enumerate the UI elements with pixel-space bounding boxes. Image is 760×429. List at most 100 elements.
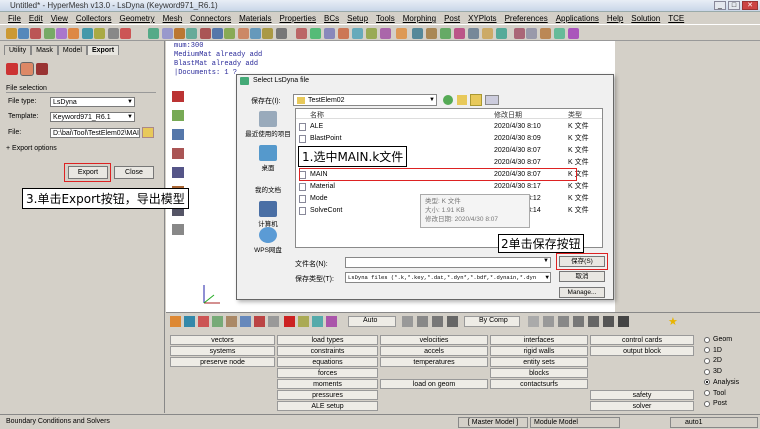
view-icon[interactable]	[172, 129, 184, 140]
template-select[interactable]: Keyword971_R6.1	[50, 112, 135, 122]
place-wps-cloud[interactable]: WPS网盘	[243, 227, 293, 254]
menu-item[interactable]: BCs	[320, 12, 343, 24]
toolbar-tool-icon[interactable]	[94, 28, 105, 39]
color-mode-select[interactable]: By Comp	[464, 316, 520, 327]
toolbar-tool-icon[interactable]	[380, 28, 391, 39]
tool-icon[interactable]	[240, 316, 251, 327]
view-icon[interactable]	[172, 110, 184, 121]
toolbar-tool-icon[interactable]	[540, 28, 551, 39]
file-type-select[interactable]: LsDyna	[50, 97, 135, 107]
place-computer[interactable]: 计算机	[243, 201, 293, 228]
tab-export[interactable]: Export	[86, 45, 120, 55]
cancel-button[interactable]: 取消	[559, 271, 605, 282]
up-folder-icon[interactable]	[457, 95, 467, 105]
toolbar-tool-icon[interactable]	[56, 28, 67, 39]
toolbar-tool-icon[interactable]	[148, 28, 159, 39]
menu-item[interactable]: Post	[440, 12, 464, 24]
toolbar-tool-icon[interactable]	[224, 28, 235, 39]
toolbar-tool-icon[interactable]	[440, 28, 451, 39]
panel-button-solver[interactable]: solver	[590, 401, 694, 411]
panel-button-contactsurfs[interactable]: contactsurfs	[490, 379, 588, 389]
panel-button-temperatures[interactable]: temperatures	[380, 357, 488, 367]
filename-input[interactable]	[345, 257, 551, 268]
radio-geom[interactable]: Geom	[704, 336, 732, 343]
toolbar-tool-icon[interactable]	[426, 28, 437, 39]
toolbar-tool-icon[interactable]	[6, 28, 17, 39]
tool-icon[interactable]	[226, 316, 237, 327]
panel-button-interfaces[interactable]: interfaces	[490, 335, 588, 345]
toolbar-tool-icon[interactable]	[454, 28, 465, 39]
tool-icon[interactable]	[447, 316, 458, 327]
tool-icon[interactable]	[432, 316, 443, 327]
radio-tool[interactable]: Tool	[704, 390, 726, 397]
panel-button-rigid-walls[interactable]: rigid walls	[490, 346, 588, 356]
toolbar-tool-icon[interactable]	[482, 28, 493, 39]
export-selected-icon[interactable]	[20, 62, 34, 76]
tab-mask[interactable]: Mask	[31, 45, 58, 55]
toolbar-tool-icon[interactable]	[526, 28, 537, 39]
tool-icon[interactable]	[573, 316, 584, 327]
star-icon[interactable]: ★	[668, 315, 678, 328]
new-folder-icon[interactable]	[470, 94, 482, 106]
menu-item[interactable]: Help	[603, 12, 627, 24]
panel-button-control-cards[interactable]: control cards	[590, 335, 694, 345]
radio-2d[interactable]: 2D	[704, 357, 722, 364]
toolbar-tool-icon[interactable]	[262, 28, 273, 39]
maximize-button[interactable]: □	[728, 1, 740, 10]
toolbar-tool-icon[interactable]	[496, 28, 507, 39]
folder-browse-icon[interactable]	[142, 127, 154, 138]
toolbar-tool-icon[interactable]	[310, 28, 321, 39]
delete-icon[interactable]	[284, 316, 295, 327]
tool-icon[interactable]	[558, 316, 569, 327]
toolbar-tool-icon[interactable]	[554, 28, 565, 39]
menu-item[interactable]: XYPlots	[464, 12, 500, 24]
tool-icon[interactable]	[212, 316, 223, 327]
view-icon[interactable]	[172, 224, 184, 235]
file-path-input[interactable]: D:\bai\Tool\TestElem02\MAIN.k	[50, 128, 140, 138]
view-menu-icon[interactable]	[485, 95, 499, 105]
toolbar-tool-icon[interactable]	[468, 28, 479, 39]
menu-item[interactable]: Connectors	[186, 12, 235, 24]
panel-button-constraints[interactable]: constraints	[277, 346, 378, 356]
auto-collector-indicator[interactable]: auto1	[670, 417, 758, 428]
panel-button-ale-setup[interactable]: ALE setup	[277, 401, 378, 411]
toolbar-tool-icon[interactable]	[568, 28, 579, 39]
toolbar-tool-icon[interactable]	[30, 28, 41, 39]
file-row[interactable]: BlastPoint 2020/4/30 8:09 K 文件	[296, 133, 602, 144]
view-icon[interactable]	[172, 91, 184, 102]
menu-item[interactable]: Solution	[627, 12, 664, 24]
tool-icon[interactable]	[268, 316, 279, 327]
menu-item[interactable]: TCE	[664, 12, 688, 24]
tool-icon[interactable]	[618, 316, 629, 327]
tool-icon[interactable]	[298, 316, 309, 327]
column-date[interactable]: 修改日期	[494, 110, 522, 120]
panel-button-systems[interactable]: systems	[170, 346, 275, 356]
minimize-button[interactable]: _	[714, 1, 726, 10]
manage-button[interactable]: Manage...	[559, 287, 605, 298]
panel-button-accels[interactable]: accels	[380, 346, 488, 356]
toolbar-tool-icon[interactable]	[338, 28, 349, 39]
toolbar-tool-icon[interactable]	[412, 28, 423, 39]
toolbar-tool-icon[interactable]	[514, 28, 525, 39]
radio-analysis[interactable]: Analysis	[704, 379, 739, 386]
toolbar-tool-icon[interactable]	[200, 28, 211, 39]
export-custom-icon[interactable]	[36, 63, 48, 75]
tool-icon[interactable]	[254, 316, 265, 327]
panel-button-pressures[interactable]: pressures	[277, 390, 378, 400]
toolbar-tool-icon[interactable]	[212, 28, 223, 39]
toolbar-tool-icon[interactable]	[276, 28, 287, 39]
tool-icon[interactable]	[588, 316, 599, 327]
tool-icon[interactable]	[198, 316, 209, 327]
toolbar-tool-icon[interactable]	[174, 28, 185, 39]
panel-button-vectors[interactable]: vectors	[170, 335, 275, 345]
toolbar-tool-icon[interactable]	[44, 28, 55, 39]
tool-icon[interactable]	[528, 316, 539, 327]
toolbar-tool-icon[interactable]	[250, 28, 261, 39]
panel-button-equations[interactable]: equations	[277, 357, 378, 367]
toolbar-tool-icon[interactable]	[108, 28, 119, 39]
tool-icon[interactable]	[312, 316, 323, 327]
menu-item[interactable]: File	[4, 12, 25, 24]
menu-item[interactable]: View	[47, 12, 72, 24]
toolbar-tool-icon[interactable]	[82, 28, 93, 39]
toolbar-tool-icon[interactable]	[120, 28, 131, 39]
